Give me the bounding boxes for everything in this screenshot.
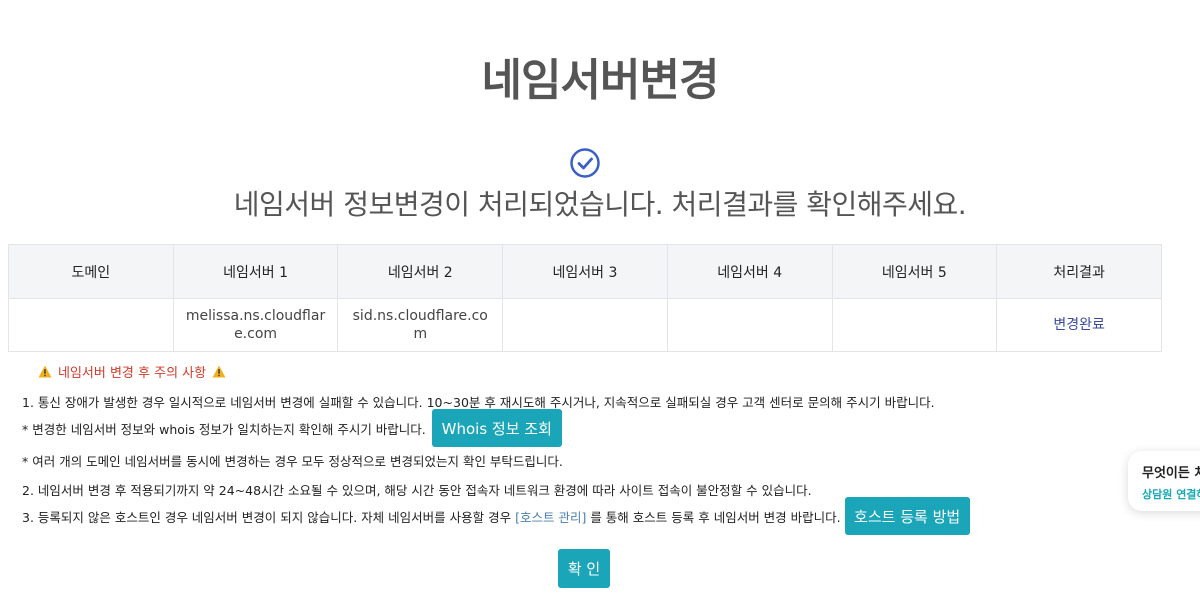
check-circle-icon (569, 147, 601, 179)
whois-lookup-button[interactable]: Whois 정보 조회 (431, 409, 562, 447)
notice-text: 를 통해 호스트 등록 후 네임서버 변경 바랍니다. (590, 509, 841, 525)
column-header-ns1: 네임서버 1 (172, 244, 339, 299)
notice-text: * 여러 개의 도메인 네임서버를 동시에 변경하는 경우 모두 정상적으로 변… (22, 454, 563, 469)
confirm-button[interactable]: 확 인 (558, 549, 610, 588)
table-row: melissa.ns.cloudflare.com sid.ns.cloudfl… (8, 298, 1162, 352)
host-management-link[interactable]: [호스트 관리] (515, 507, 586, 526)
chat-subtitle: 상담원 연결하 (1142, 488, 1200, 501)
host-registration-guide-button[interactable]: 호스트 등록 방법 (844, 497, 970, 535)
status-text: 변경완료 (1053, 317, 1105, 333)
notice-title: 네임서버 변경 후 주의 사항 (58, 366, 207, 381)
cell-ns5 (831, 298, 998, 352)
cell-ns2: sid.ns.cloudflare.com (337, 298, 504, 352)
notice-heading: 네임서버 변경 후 주의 사항 (38, 362, 226, 381)
column-header-domain: 도메인 (8, 244, 174, 299)
column-header-ns4: 네임서버 4 (666, 244, 833, 299)
warning-triangle-icon (212, 365, 226, 378)
column-header-ns3: 네임서버 3 (502, 244, 668, 299)
cell-domain (8, 298, 174, 352)
warning-triangle-icon (38, 365, 52, 378)
cell-ns1: melissa.ns.cloudflare.com (172, 298, 339, 352)
cell-result: 변경완료 (996, 298, 1162, 352)
notice-line-2: * 변경한 네임서버 정보와 whois 정보가 일치하는지 확인해 주시기 바… (22, 409, 562, 447)
column-header-result: 처리결과 (996, 244, 1162, 299)
column-header-ns2: 네임서버 2 (337, 244, 504, 299)
notice-line-3: * 여러 개의 도메인 네임서버를 동시에 변경하는 경우 모두 정상적으로 변… (22, 451, 563, 470)
cell-ns4 (666, 298, 833, 352)
nameserver-table: 도메인 네임서버 1 네임서버 2 네임서버 3 네임서버 4 네임서버 5 처… (8, 244, 1162, 352)
cell-ns3 (502, 298, 668, 352)
notice-text: * 변경한 네임서버 정보와 whois 정보가 일치하는지 확인해 주시기 바… (22, 421, 426, 437)
table-header-row: 도메인 네임서버 1 네임서버 2 네임서버 3 네임서버 4 네임서버 5 처… (8, 244, 1162, 299)
notice-text: 3. 등록되지 않은 호스트인 경우 네임서버 변경이 되지 않습니다. 자체 … (22, 509, 512, 525)
result-message: 네임서버 정보변경이 처리되었습니다. 처리결과를 확인해주세요. (233, 188, 967, 221)
chat-widget[interactable]: 무엇이든 처 상담원 연결하 (1128, 451, 1200, 511)
chat-title: 무엇이든 처 (1142, 466, 1200, 481)
column-header-ns5: 네임서버 5 (831, 244, 998, 299)
notice-line-5: 3. 등록되지 않은 호스트인 경우 네임서버 변경이 되지 않습니다. 자체 … (22, 497, 970, 535)
page-title: 네임서버변경 (481, 55, 720, 106)
